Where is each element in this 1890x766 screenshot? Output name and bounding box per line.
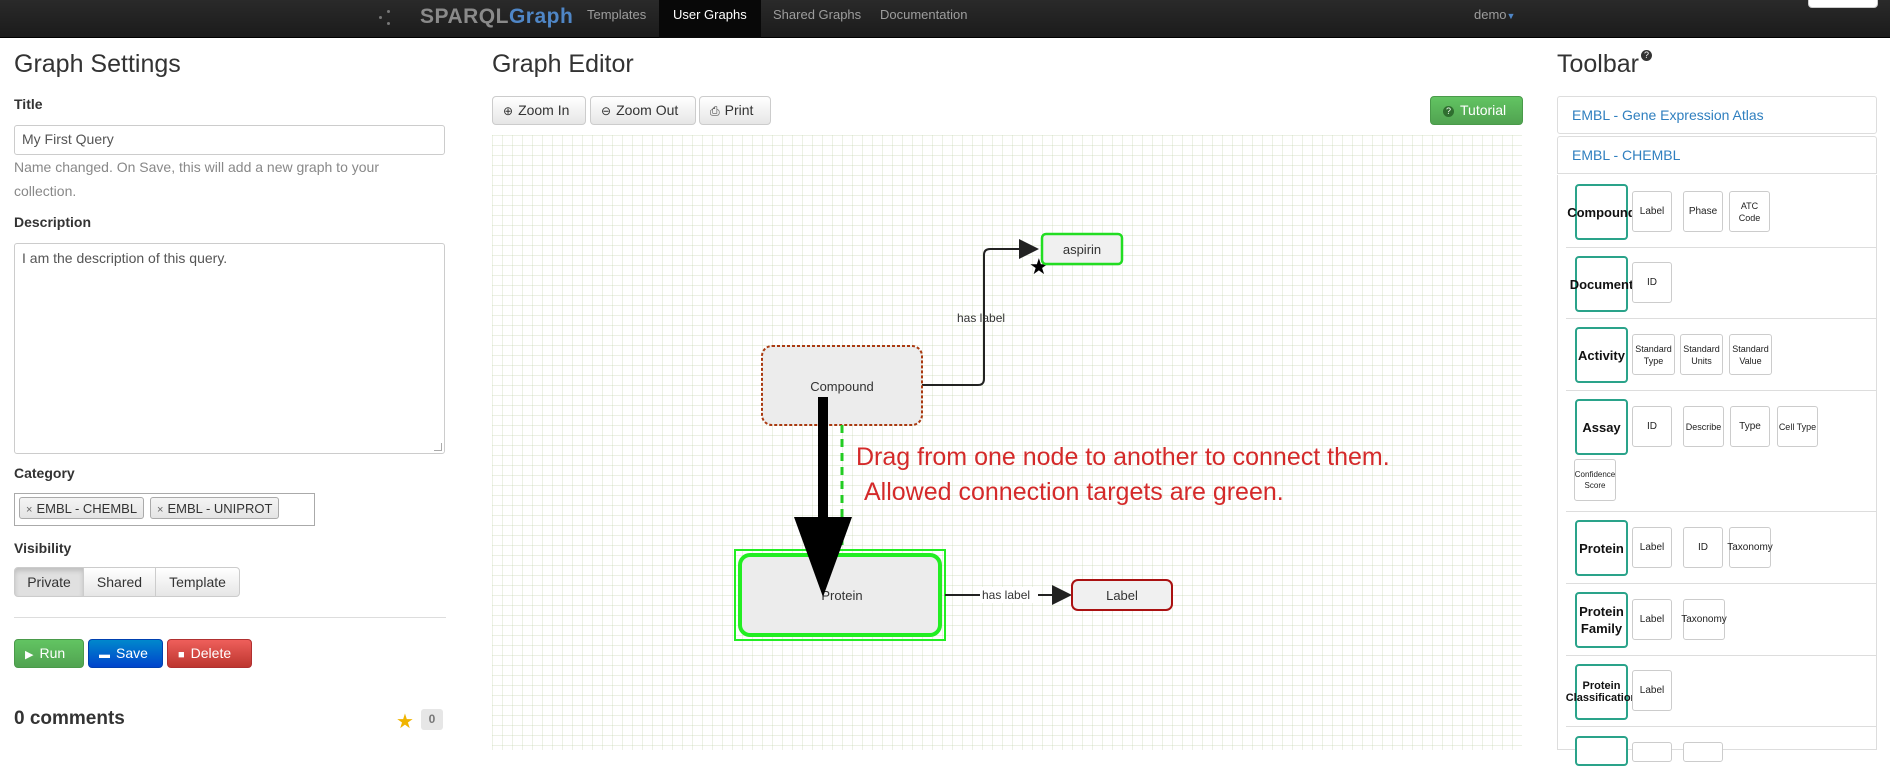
title-help-text: Name changed. On Save, this will add a n… <box>14 159 379 199</box>
divider <box>14 617 446 618</box>
dropdown-toggle-button[interactable] <box>1808 0 1878 8</box>
accordion-embl-chembl[interactable]: EMBL - CHEMBL <box>1557 136 1877 174</box>
star-count-badge: 0 <box>421 709 443 730</box>
description-text: I am the description of this query. <box>22 250 228 266</box>
node-protein[interactable]: Protein <box>734 549 946 641</box>
play-icon: ▶ <box>25 649 34 661</box>
zoom-out-button[interactable]: ⊖ Zoom Out <box>590 96 696 125</box>
title-label: Title <box>14 96 43 112</box>
user-menu[interactable]: demo▼ <box>1474 0 1515 31</box>
prop-confidence-score[interactable]: Confidence Score <box>1574 459 1616 501</box>
help-icon[interactable]: ? <box>1641 50 1652 61</box>
prop-taxonomy[interactable]: Taxonomy <box>1681 599 1727 640</box>
prop-standard-units[interactable]: Standard Units <box>1680 334 1723 375</box>
remove-icon[interactable]: × <box>26 504 32 516</box>
prop-id[interactable]: ID <box>1632 262 1672 303</box>
zoom-in-icon: ⊕ <box>503 104 514 118</box>
prop-label[interactable]: Label <box>1632 670 1672 711</box>
class-assay[interactable]: Assay <box>1575 399 1628 455</box>
hint-text-line2: Allowed connection targets are green. <box>864 478 1284 506</box>
prop-partial[interactable] <box>1683 742 1723 762</box>
visibility-label: Visibility <box>14 540 72 556</box>
chip-label: EMBL - CHEMBL <box>36 501 138 516</box>
node-protein-label: Protein <box>821 588 862 603</box>
prop-describe[interactable]: Describe <box>1683 406 1724 447</box>
print-icon: ⎙ <box>710 104 720 118</box>
category-label: Category <box>14 465 75 481</box>
title-input[interactable]: My First Query <box>14 125 445 155</box>
toolbar-heading: Toolbar? <box>1557 50 1652 79</box>
print-button[interactable]: ⎙ Print <box>699 96 771 125</box>
prop-phase[interactable]: Phase <box>1683 191 1723 232</box>
node-compound[interactable]: Compound <box>761 345 923 426</box>
class-protein-family[interactable]: Protein Family <box>1575 592 1628 648</box>
zoom-in-button[interactable]: ⊕ Zoom In <box>492 96 586 125</box>
category-chip[interactable]: × EMBL - CHEMBL <box>19 497 145 519</box>
run-button[interactable]: ▶ Run <box>14 639 84 668</box>
accordion-gene-expression-atlas[interactable]: EMBL - Gene Expression Atlas <box>1557 96 1877 134</box>
tutorial-button[interactable]: ? Tutorial <box>1430 96 1523 125</box>
class-compound[interactable]: Compound <box>1567 184 1636 240</box>
prop-label[interactable]: Label <box>1632 527 1672 568</box>
editor-heading: Graph Editor <box>492 50 634 78</box>
question-icon: ? <box>1443 106 1454 117</box>
nav-user-graphs[interactable]: User Graphs <box>659 0 761 38</box>
comments-count: 0 comments <box>14 708 125 729</box>
class-activity[interactable]: Activity <box>1575 327 1628 383</box>
description-label: Description <box>14 214 92 230</box>
resize-handle-icon[interactable] <box>434 443 442 451</box>
class-partial[interactable] <box>1575 736 1628 766</box>
nav-templates[interactable]: Templates <box>573 0 660 38</box>
zoom-out-icon: ⊖ <box>601 104 612 118</box>
trash-icon: ■ <box>178 649 185 661</box>
class-document[interactable]: Document <box>1570 256 1633 312</box>
brand-logo[interactable]: SPARQLGraph <box>420 5 573 29</box>
graph-svg: has label ★ aspirin Compound Protein has… <box>734 232 1390 641</box>
node-aspirin-label: aspirin <box>1063 242 1101 257</box>
visibility-private-button[interactable]: Private <box>14 567 84 597</box>
prop-type[interactable]: Type <box>1730 406 1770 447</box>
prop-cell-type[interactable]: Cell Type <box>1777 406 1818 447</box>
prop-standard-type[interactable]: Standard Type <box>1632 334 1675 375</box>
caret-down-icon: ▼ <box>1506 11 1516 21</box>
star-icon[interactable]: ★ <box>396 709 414 734</box>
remove-icon[interactable]: × <box>157 504 163 516</box>
hint-text-line1: Drag from one node to another to connect… <box>856 443 1390 471</box>
delete-button[interactable]: ■ Delete <box>167 639 252 668</box>
user-name: demo <box>1474 7 1507 22</box>
logo-icon <box>378 9 396 29</box>
node-label-label: Label <box>1106 588 1138 603</box>
visibility-template-button[interactable]: Template <box>155 567 240 597</box>
category-chip[interactable]: × EMBL - UNIPROT <box>150 497 280 519</box>
nav-documentation[interactable]: Documentation <box>866 0 981 38</box>
class-protein-classification[interactable]: Protein Classification <box>1566 664 1637 720</box>
prop-standard-value[interactable]: Standard Value <box>1729 334 1772 375</box>
prop-label[interactable]: Label <box>1632 599 1672 640</box>
save-icon: ▬ <box>99 649 110 661</box>
chip-label: EMBL - UNIPROT <box>167 501 273 516</box>
class-protein[interactable]: Protein <box>1575 520 1628 576</box>
prop-id[interactable]: ID <box>1632 406 1672 447</box>
prop-label[interactable]: Label <box>1632 191 1672 232</box>
nav-shared-graphs[interactable]: Shared Graphs <box>759 0 875 38</box>
settings-heading: Graph Settings <box>14 50 181 78</box>
save-button[interactable]: ▬ Save <box>88 639 163 668</box>
node-label[interactable]: Label <box>1071 579 1173 611</box>
edge-label-protein-label: has label <box>982 588 1030 602</box>
graph-canvas[interactable]: has label ★ aspirin Compound Protein has… <box>492 135 1522 750</box>
prop-taxonomy[interactable]: Taxonomy <box>1727 527 1773 568</box>
category-select[interactable]: × EMBL - CHEMBL × EMBL - UNIPROT <box>14 493 315 526</box>
top-navbar: SPARQLGraph Templates User Graphs Shared… <box>0 0 1890 38</box>
edge-label-compound-aspirin: has label <box>957 311 1005 325</box>
prop-atc-code[interactable]: ATC Code <box>1729 191 1770 232</box>
node-compound-label: Compound <box>810 379 874 394</box>
prop-id[interactable]: ID <box>1683 527 1723 568</box>
prop-partial[interactable] <box>1632 742 1672 762</box>
node-aspirin[interactable]: aspirin <box>1040 232 1124 266</box>
description-textarea[interactable]: I am the description of this query. <box>14 243 445 454</box>
visibility-shared-button[interactable]: Shared <box>83 567 156 597</box>
